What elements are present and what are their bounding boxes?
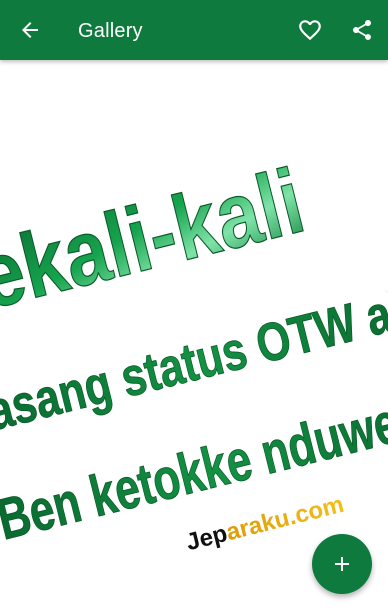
app-bar: Gallery — [0, 0, 388, 60]
meme-text-line-1: ekali-kali — [0, 150, 313, 329]
favorite-button[interactable] — [286, 6, 334, 54]
heart-outline-icon — [299, 20, 321, 41]
share-icon — [353, 20, 371, 40]
app-bar-title: Gallery — [78, 20, 143, 42]
plus-icon — [335, 557, 349, 571]
gallery-image[interactable]: ekali-kali asang status OTW ah Ben ketok… — [0, 60, 388, 610]
add-button[interactable] — [312, 534, 372, 594]
gallery-screen: Gallery ekali-kali asang status OTW Ben … — [0, 0, 388, 610]
back-button[interactable] — [6, 6, 54, 54]
share-button[interactable] — [338, 6, 386, 54]
watermark-part-1: Jep — [183, 520, 230, 556]
meme-image: ekali-kali asang status OTW ah Ben ketok… — [0, 149, 388, 556]
arrow-back-icon — [22, 22, 38, 38]
